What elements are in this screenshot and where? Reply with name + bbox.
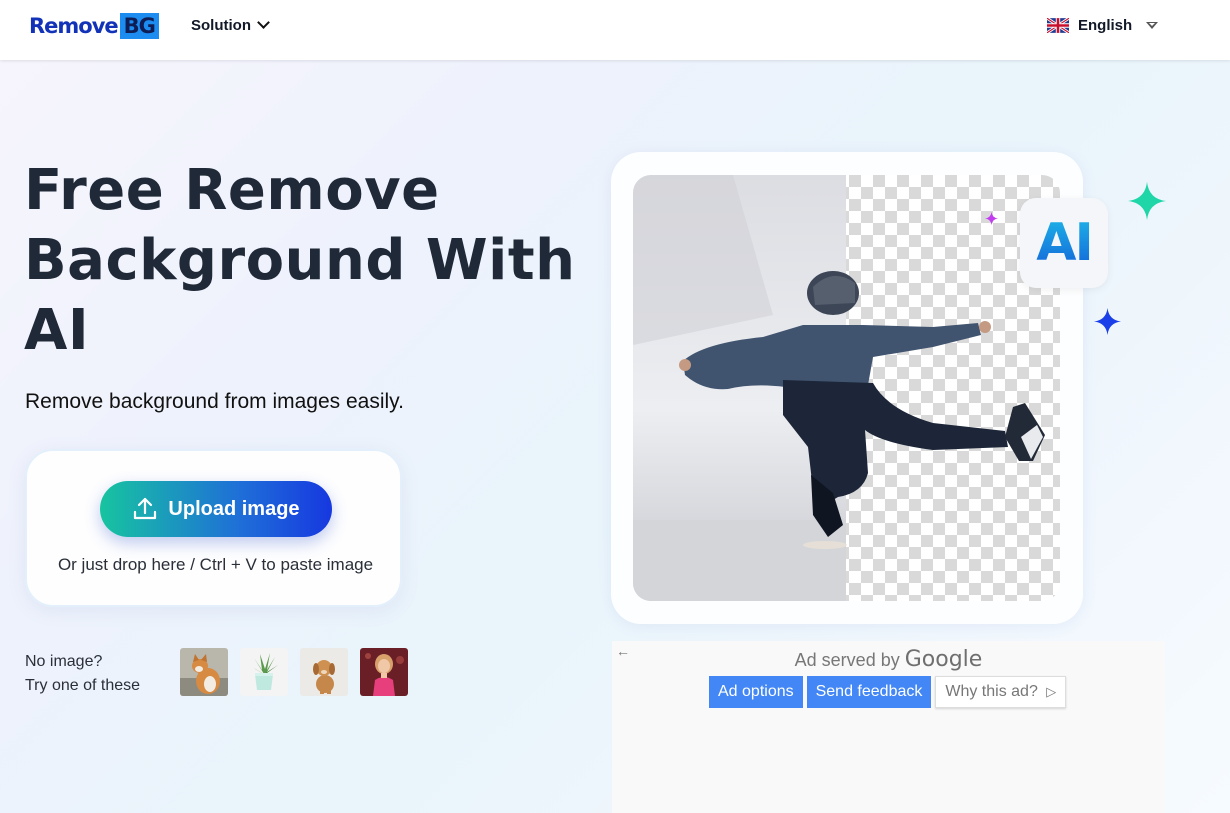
sparkle-icon [1094, 308, 1121, 335]
hero-title: Free Remove Background With AI [24, 156, 584, 366]
hero-title-line: Free Remove [24, 158, 440, 223]
why-this-ad-label: Why this ad? [945, 683, 1038, 700]
sample-prompt: No image? Try one of these [25, 650, 140, 698]
send-feedback-button[interactable]: Send feedback [806, 676, 932, 708]
google-wordmark: Google [904, 647, 983, 672]
top-header: Remove BG Solution English [0, 0, 1230, 60]
showcase-photo [633, 175, 1060, 601]
before-after-showcase [611, 152, 1083, 624]
why-this-ad-button[interactable]: Why this ad? ▷ [935, 676, 1067, 708]
sample-prompt-line2: Try one of these [25, 677, 141, 694]
sample-prompt-line1: No image? [25, 653, 103, 670]
caret-down-icon [1146, 22, 1159, 29]
upload-icon [134, 497, 157, 520]
uk-flag-icon [1047, 18, 1069, 33]
sparkle-icon [985, 212, 998, 225]
logo-text-remove: Remove [29, 14, 119, 38]
ad-served-by: Ad served by Google [612, 647, 1165, 672]
sample-image-cat[interactable] [180, 648, 228, 696]
sample-images [180, 648, 408, 696]
upload-image-button[interactable]: Upload image [100, 481, 332, 537]
ad-container: ← Ad served by Google Ad options Send fe… [612, 641, 1165, 813]
hero-title-line: AI [24, 298, 90, 363]
hero-subtitle: Remove background from images easily. [25, 390, 404, 413]
play-outline-icon: ▷ [1046, 684, 1057, 699]
language-label: English [1078, 17, 1133, 34]
sample-image-girl[interactable] [360, 648, 408, 696]
logo-text-bg: BG [119, 13, 159, 39]
drop-hint: Or just drop here / Ctrl + V to paste im… [57, 555, 374, 574]
solution-menu[interactable]: Solution [191, 16, 270, 34]
chevron-down-icon [257, 16, 270, 29]
solution-menu-label: Solution [191, 17, 251, 34]
upload-button-label: Upload image [168, 497, 300, 520]
ai-badge: AI [1020, 198, 1108, 288]
sparkle-icon [1128, 182, 1166, 220]
sample-image-puppy[interactable] [300, 648, 348, 696]
hero-title-line: Background With [24, 228, 576, 293]
ad-options-button[interactable]: Ad options [709, 676, 803, 708]
upload-dropzone[interactable]: Upload image Or just drop here / Ctrl + … [25, 449, 402, 607]
ad-actions: Ad options Send feedback Why this ad? ▷ [709, 676, 1067, 708]
ai-badge-text: AI [1036, 213, 1094, 273]
sample-image-plant[interactable] [240, 648, 288, 696]
removebg-logo[interactable]: Remove BG [29, 13, 159, 39]
language-selector[interactable]: English [1047, 17, 1159, 34]
ad-served-label: Ad served by [794, 650, 900, 670]
